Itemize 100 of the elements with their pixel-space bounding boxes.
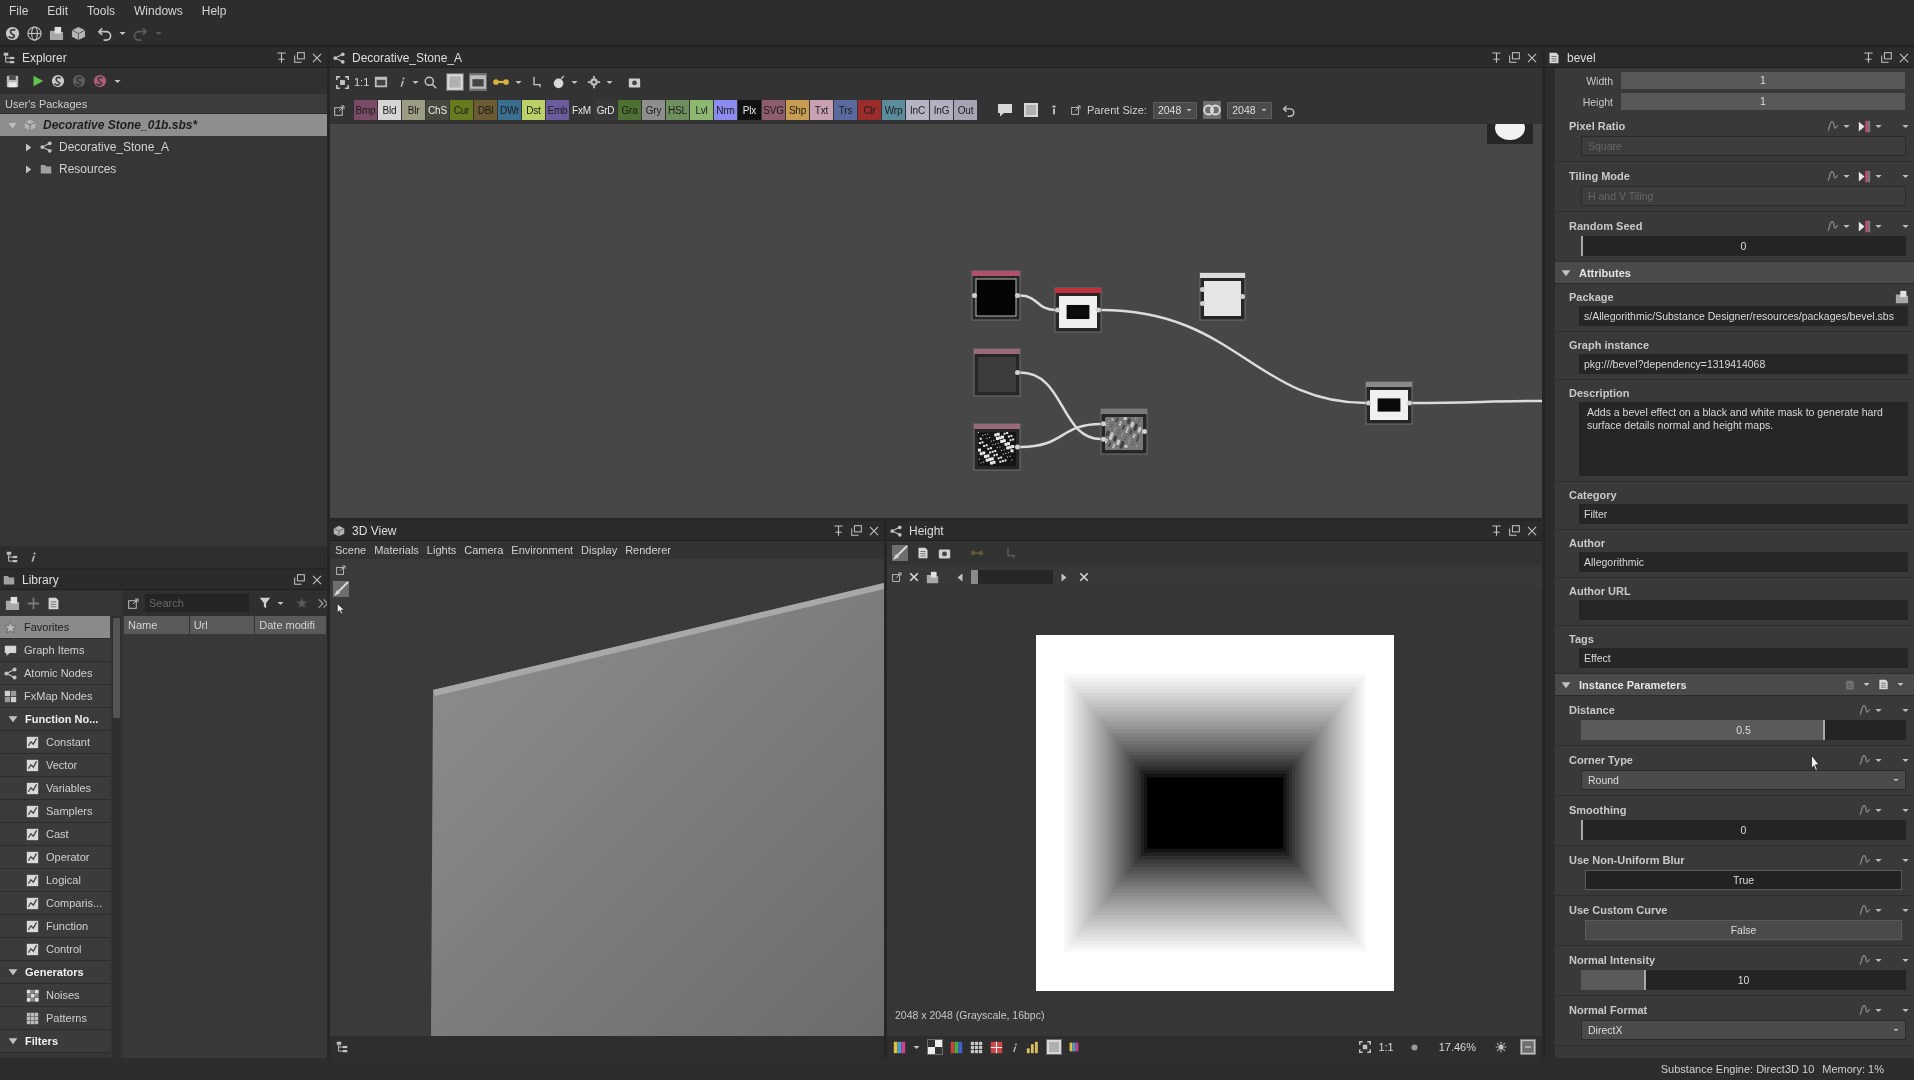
caret-icon[interactable]: [8, 714, 18, 724]
library-item[interactable]: Filters: [0, 1030, 110, 1053]
caret-icon[interactable]: [1902, 807, 1909, 813]
caret-icon[interactable]: [1875, 957, 1882, 963]
caret-icon[interactable]: [1875, 757, 1882, 763]
caret-icon[interactable]: [1902, 907, 1909, 913]
toggle-button[interactable]: False: [1585, 920, 1902, 940]
node-type-button[interactable]: HSL: [666, 100, 689, 120]
caret-icon[interactable]: [1902, 223, 1909, 229]
tree-item[interactable]: Decorative_Stone_A: [0, 136, 327, 158]
caret-icon[interactable]: [1893, 1028, 1899, 1032]
menu-item[interactable]: Environment: [507, 544, 578, 556]
swatch-icon[interactable]: [893, 1040, 906, 1054]
library-item[interactable]: Vector: [0, 754, 110, 777]
size-dropdown[interactable]: 2048: [1227, 101, 1272, 119]
library-item[interactable]: Constant: [0, 731, 110, 754]
caret-icon[interactable]: [1875, 173, 1882, 179]
pin-icon[interactable]: [276, 52, 287, 63]
fit-view-icon[interactable]: [336, 75, 349, 89]
section-header[interactable]: Attributes: [1555, 262, 1914, 284]
pin-icon[interactable]: [1863, 52, 1874, 63]
pointer-icon[interactable]: [335, 603, 347, 614]
caret-icon[interactable]: [1863, 682, 1870, 687]
caret-icon[interactable]: [913, 1044, 920, 1050]
library-item[interactable]: Function No...: [0, 708, 110, 731]
text-field[interactable]: pkg:///bevel?dependency=1319414068: [1579, 354, 1908, 374]
column-header[interactable]: Date modifi: [255, 616, 327, 634]
curve-icon[interactable]: [1826, 119, 1839, 133]
document-icon[interactable]: [1878, 679, 1889, 690]
caret-icon[interactable]: [1843, 223, 1850, 229]
brush-icon[interactable]: [892, 545, 908, 561]
menu-item[interactable]: File: [0, 0, 39, 22]
node-type-button[interactable]: Plx: [738, 100, 761, 120]
caret-icon[interactable]: [1902, 123, 1909, 129]
graph-node[interactable]: [973, 423, 1021, 471]
menu-item[interactable]: Renderer: [621, 544, 675, 556]
speech-bubble-icon[interactable]: [997, 102, 1013, 118]
undo-icon[interactable]: [97, 26, 112, 41]
float-icon[interactable]: [1881, 52, 1892, 63]
caret-icon[interactable]: [1843, 123, 1850, 129]
close-icon[interactable]: [312, 574, 322, 585]
cube-icon[interactable]: [71, 26, 86, 41]
caret-icon[interactable]: [1875, 223, 1882, 229]
close-icon[interactable]: [1899, 52, 1909, 63]
curve-icon[interactable]: [1858, 1003, 1871, 1017]
library-item[interactable]: FxMap Nodes: [0, 685, 110, 708]
close-icon[interactable]: [1079, 572, 1089, 582]
toggle-button[interactable]: True: [1585, 870, 1902, 890]
caret-icon[interactable]: [24, 164, 33, 174]
caret-icon[interactable]: [1260, 108, 1267, 112]
grid-icon[interactable]: [970, 1040, 983, 1054]
node-type-button[interactable]: Blr: [402, 100, 425, 120]
checker-icon[interactable]: [927, 1039, 943, 1055]
step-forward-icon[interactable]: [1060, 572, 1068, 582]
scrollbar[interactable]: [112, 616, 121, 1058]
menu-item[interactable]: Camera: [460, 544, 508, 556]
close-icon[interactable]: [1527, 52, 1537, 63]
close-icon[interactable]: [869, 525, 879, 536]
folder-icon[interactable]: [926, 570, 939, 584]
swatch-icon[interactable]: [1069, 1042, 1079, 1052]
text-field[interactable]: Filter: [1579, 504, 1908, 524]
caret-icon[interactable]: [515, 79, 523, 85]
float-icon[interactable]: [851, 525, 862, 536]
slider-track[interactable]: 0: [1581, 820, 1906, 840]
graph-node[interactable]: [973, 348, 1021, 397]
caret-icon[interactable]: [1561, 679, 1571, 690]
column-header[interactable]: Url: [189, 616, 256, 634]
caret-icon[interactable]: [1843, 173, 1850, 179]
curve-icon[interactable]: [1858, 803, 1871, 817]
menu-item[interactable]: Display: [577, 544, 622, 556]
close-icon[interactable]: [312, 52, 322, 63]
library-item[interactable]: Noises: [0, 984, 110, 1007]
library-item[interactable]: Generators: [0, 961, 110, 984]
export-icon[interactable]: [334, 104, 345, 116]
caret-icon[interactable]: [1875, 907, 1882, 913]
chain-icon[interactable]: [1203, 101, 1222, 119]
graph-node[interactable]: [1100, 408, 1148, 455]
folders-icon[interactable]: [5, 595, 20, 611]
caret-icon[interactable]: [1875, 807, 1882, 813]
scrubber-thumb[interactable]: [971, 570, 978, 584]
graph-node[interactable]: [971, 270, 1021, 321]
library-item[interactable]: Cast: [0, 823, 110, 846]
scrubber-track[interactable]: [971, 570, 1053, 584]
zoom-level[interactable]: 17.46%: [1438, 1041, 1476, 1053]
text-field[interactable]: s/Allegorithmic/Substance Designer/resources/packages/bevel.sbs: [1579, 306, 1908, 326]
graph-node[interactable]: [1199, 272, 1246, 321]
pin-icon[interactable]: [833, 525, 844, 536]
caret-icon[interactable]: [1875, 707, 1882, 713]
curve-icon[interactable]: [1826, 169, 1839, 183]
node-type-button[interactable]: ChS: [426, 100, 449, 120]
swirl-icon[interactable]: [5, 26, 20, 41]
node-type-button[interactable]: Txt: [810, 100, 833, 120]
library-item[interactable]: Logical: [0, 869, 110, 892]
text-area[interactable]: Adds a bevel effect on a black and white mask to generate hard surface details normal and height maps.: [1579, 402, 1908, 476]
menu-item[interactable]: Scene: [331, 544, 371, 556]
caret-icon[interactable]: [1897, 682, 1904, 687]
document-icon[interactable]: [47, 596, 60, 610]
settings-icon[interactable]: [587, 75, 602, 89]
caret-icon[interactable]: [119, 31, 126, 36]
caret-icon[interactable]: [1902, 857, 1909, 863]
